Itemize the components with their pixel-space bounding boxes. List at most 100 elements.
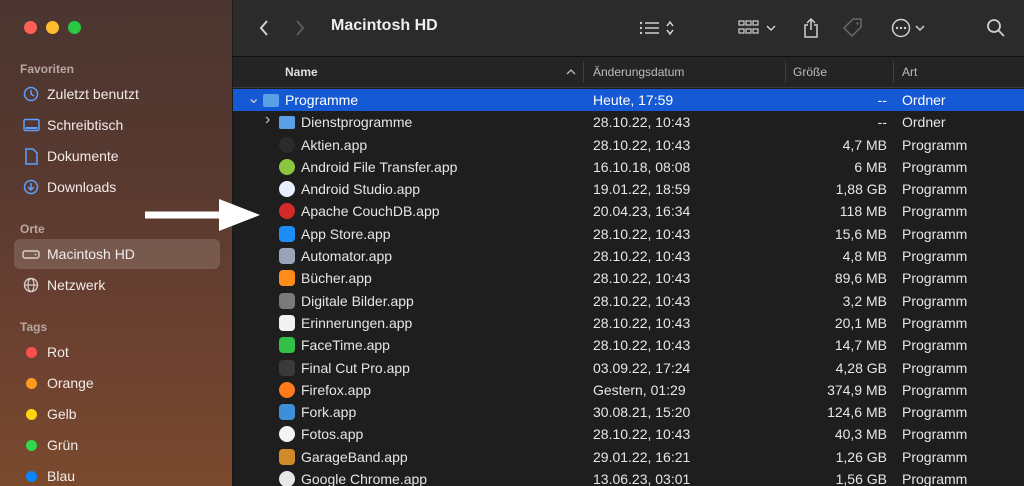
sidebar-item-recents[interactable]: Zuletzt benutzt (14, 79, 220, 109)
file-kind: Programm (902, 314, 968, 331)
file-row[interactable]: Aktien.app 28.10.22, 10:43 4,7 MB Programm (233, 134, 1024, 156)
column-divider[interactable] (893, 61, 894, 83)
file-row[interactable]: GarageBand.app 29.01.22, 16:21 1,26 GB Prog… (233, 446, 1024, 468)
tag-color-dot (26, 408, 37, 420)
sidebar-item-label: Schreibtisch (47, 117, 124, 133)
file-kind: Programm (902, 404, 968, 421)
file-row[interactable]: Android File Transfer.app 16.10.18, 08:08… (233, 156, 1024, 178)
column-divider[interactable] (583, 61, 584, 83)
sidebar-item-label: Rot (47, 344, 69, 360)
disclosure-closed-icon[interactable]: › (265, 111, 270, 129)
search-button[interactable] (984, 14, 1008, 42)
file-kind: Programm (902, 471, 968, 486)
file-name: Android File Transfer.app (301, 158, 458, 175)
column-date[interactable]: Änderungsdatum (593, 65, 684, 79)
camera-icon (279, 292, 295, 309)
file-name: Firefox.app (301, 381, 372, 398)
file-row[interactable]: Fotos.app 28.10.22, 10:43 40,3 MB Programm (233, 423, 1024, 445)
locations-heading: Orte (20, 222, 45, 236)
tag-color-dot (26, 377, 37, 389)
stocks-icon (279, 136, 295, 153)
file-row[interactable]: › Dienstprogramme 28.10.22, 10:43 -- Ordner (233, 111, 1024, 133)
file-size: 15,6 MB (834, 225, 887, 242)
folder-icon (263, 94, 279, 107)
disclosure-open-icon[interactable]: ⌄ (247, 88, 260, 108)
tag-button[interactable] (841, 14, 865, 42)
sort-ascending-icon (566, 69, 576, 75)
file-row[interactable]: Bücher.app 28.10.22, 10:43 89,6 MB Programm (233, 267, 1024, 289)
file-date: 13.06.23, 03:01 (593, 471, 691, 486)
file-date: 28.10.22, 10:43 (593, 225, 691, 242)
file-name: Fork.app (301, 404, 357, 421)
file-date: 03.09.22, 17:24 (593, 359, 691, 376)
minimize-window-button[interactable] (46, 21, 59, 34)
file-row[interactable]: Firefox.app Gestern, 01:29 374,9 MB Program… (233, 379, 1024, 401)
column-size[interactable]: Größe (793, 65, 827, 79)
download-icon (22, 178, 40, 196)
column-header: Name Änderungsdatum Größe Art (233, 57, 1024, 88)
file-row[interactable]: App Store.app 28.10.22, 10:43 15,6 MB Progr… (233, 223, 1024, 245)
file-date: 28.10.22, 10:43 (593, 270, 691, 287)
file-name: Automator.app (301, 248, 393, 265)
file-kind: Programm (902, 181, 968, 198)
sidebar-tag-blue[interactable]: Blau (14, 461, 220, 486)
sidebar-tag-orange[interactable]: Orange (14, 368, 220, 398)
file-size: 1,26 GB (835, 448, 887, 465)
view-options-button[interactable] (636, 14, 678, 42)
file-row[interactable]: ⌄ Programme Heute, 17:59 -- Ordner (233, 88, 1024, 112)
file-kind: Programm (902, 248, 968, 265)
file-size: 4,28 GB (835, 359, 887, 376)
file-size: -- (877, 114, 887, 131)
file-size: 4,8 MB (842, 248, 887, 265)
file-row[interactable]: FaceTime.app 28.10.22, 10:43 14,7 MB Progra… (233, 334, 1024, 356)
sidebar-item-documents[interactable]: Dokumente (14, 141, 220, 171)
group-button[interactable] (737, 14, 779, 42)
sidebar: Favoriten Zuletzt benutzt Schreibtisch D… (0, 0, 233, 486)
tags-heading: Tags (20, 320, 48, 334)
file-name: Erinnerungen.app (301, 314, 413, 331)
file-date: 29.01.22, 16:21 (593, 448, 691, 465)
file-size: 14,7 MB (834, 337, 887, 354)
file-kind: Programm (902, 270, 968, 287)
file-row[interactable]: Android Studio.app 19.01.22, 18:59 1,88 GB… (233, 178, 1024, 200)
file-row[interactable]: Automator.app 28.10.22, 10:43 4,8 MB Progra… (233, 245, 1024, 267)
toolbar: Macintosh HD (233, 0, 1024, 57)
garageband-icon (279, 448, 295, 465)
sidebar-tag-green[interactable]: Grün (14, 430, 220, 460)
file-size: 4,7 MB (842, 136, 887, 153)
file-row[interactable]: Google Chrome.app 13.06.23, 03:01 1,56 GB P… (233, 468, 1024, 486)
sidebar-item-macintosh-hd[interactable]: Macintosh HD (14, 239, 220, 269)
forward-button[interactable] (289, 14, 311, 42)
file-name: Aktien.app (301, 136, 368, 153)
file-row[interactable]: Digitale Bilder.app 28.10.22, 10:43 3,2 MB… (233, 290, 1024, 312)
share-icon (804, 17, 818, 38)
clock-icon (22, 85, 40, 103)
sidebar-item-label: Dokumente (47, 148, 119, 164)
file-size: 20,1 MB (834, 314, 887, 331)
file-kind: Ordner (902, 92, 946, 108)
sidebar-tag-yellow[interactable]: Gelb (14, 399, 220, 429)
file-row[interactable]: Apache CouchDB.app 20.04.23, 16:34 118 MB P… (233, 200, 1024, 222)
file-kind: Ordner (902, 114, 946, 131)
fork-icon (279, 404, 295, 421)
folder-icon (279, 116, 295, 130)
file-row[interactable]: Fork.app 30.08.21, 15:20 124,6 MB Programm (233, 401, 1024, 423)
file-date: Heute, 17:59 (593, 92, 674, 108)
close-window-button[interactable] (24, 21, 37, 34)
sidebar-tag-red[interactable]: Rot (14, 337, 220, 367)
back-button[interactable] (253, 14, 275, 42)
file-row[interactable]: Final Cut Pro.app 03.09.22, 17:24 4,28 GB P… (233, 357, 1024, 379)
automator-icon (279, 248, 295, 265)
sidebar-item-network[interactable]: Netzwerk (14, 270, 220, 300)
file-name: FaceTime.app (301, 337, 390, 354)
action-menu-button[interactable] (889, 14, 929, 42)
main-content: Macintosh HD Name Änderungsdatum Größe A… (233, 0, 1024, 486)
sidebar-item-desktop[interactable]: Schreibtisch (14, 110, 220, 140)
column-name[interactable]: Name (285, 65, 318, 79)
share-button[interactable] (799, 14, 823, 42)
finder-window: Favoriten Zuletzt benutzt Schreibtisch D… (0, 0, 1024, 486)
zoom-window-button[interactable] (68, 21, 81, 34)
column-divider[interactable] (785, 61, 786, 83)
column-kind[interactable]: Art (902, 65, 917, 79)
file-row[interactable]: Erinnerungen.app 28.10.22, 10:43 20,1 MB Pr… (233, 312, 1024, 334)
